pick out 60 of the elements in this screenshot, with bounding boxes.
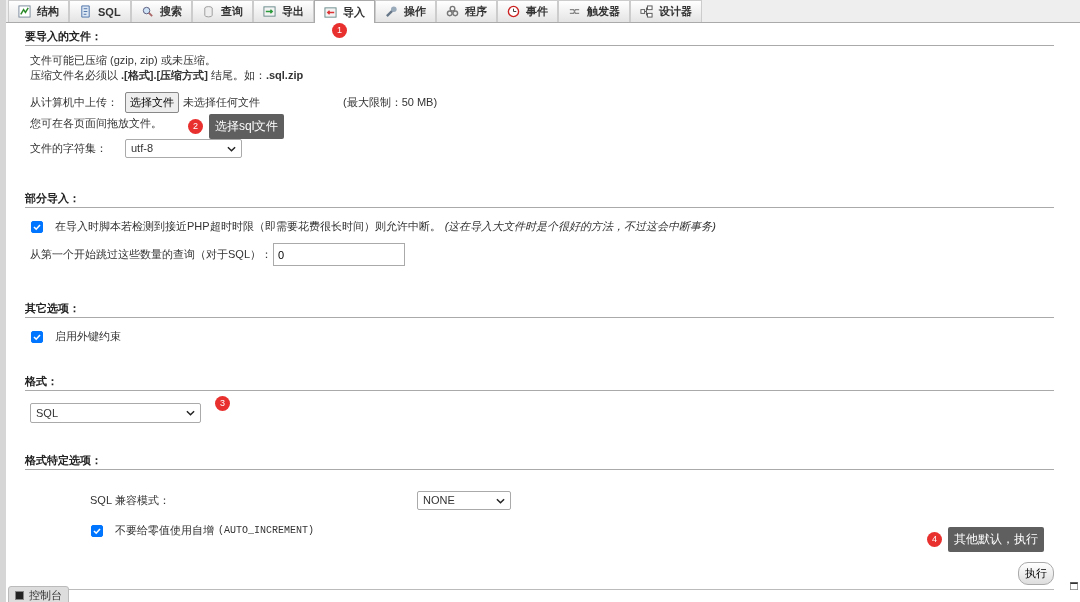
section-heading: 格式： <box>25 374 1054 391</box>
tab[interactable]: 触发器 <box>557 0 630 22</box>
checkbox[interactable] <box>91 524 103 537</box>
document-icon <box>79 5 92 18</box>
chevron-icon <box>227 145 236 152</box>
console-tab[interactable]: 控制台 <box>8 586 69 602</box>
checkbox-label: 不要给零值使用自增 <box>115 523 214 538</box>
tab[interactable]: 导入 <box>313 0 375 23</box>
code-text: (AUTO_INCREMENT) <box>218 524 314 538</box>
cylinder-icon <box>201 5 215 18</box>
search-icon <box>140 5 154 18</box>
compat-select[interactable]: NONE <box>417 491 511 510</box>
section-heading: 部分导入： <box>25 191 1054 208</box>
export-icon <box>262 5 276 18</box>
tab[interactable]: 搜索 <box>130 0 192 22</box>
import-icon <box>323 5 337 19</box>
tab[interactable]: 设计器 <box>629 0 702 22</box>
chart-icon <box>18 5 31 18</box>
tab[interactable]: SQL <box>69 0 131 22</box>
checkbox[interactable] <box>31 330 43 343</box>
chevron-icon <box>186 410 195 416</box>
gears-icon <box>445 5 459 18</box>
section-heading: 其它选项： <box>25 301 1054 318</box>
max-size-text: (最大限制：50 MB) <box>343 94 438 110</box>
diagram-icon <box>639 5 653 18</box>
tab[interactable]: 结构 <box>8 0 69 22</box>
section-heading: 格式特定选项： <box>25 453 1054 470</box>
chevron-icon <box>496 497 505 504</box>
clock-icon <box>506 5 520 18</box>
charset-select[interactable]: utf-8 <box>125 139 242 158</box>
compat-label: SQL 兼容模式： <box>90 493 171 508</box>
tab[interactable]: 操作 <box>374 0 436 22</box>
no-file-text: 未选择任何文件 <box>183 94 261 110</box>
step-badge: 3 <box>215 396 230 411</box>
tab[interactable]: 程序 <box>435 0 497 22</box>
note-text: 文件可能已压缩 (gzip, zip) 或未压缩。 <box>30 53 217 68</box>
console-icon <box>15 591 24 600</box>
drag-note: 您可在各页面间拖放文件。 <box>30 116 162 131</box>
checkbox[interactable] <box>31 220 43 233</box>
checkbox-label: 启用外键约束 <box>55 329 121 344</box>
go-button[interactable]: 执行 <box>1018 562 1054 585</box>
step-badge: 2 <box>188 119 203 134</box>
skip-label: 从第一个开始跳过这些数量的查询（对于SQL）： <box>30 247 273 262</box>
checkbox-label: 在导入时脚本若检测到接近PHP超时时限（即需要花费很长时间）则允许中断。 <box>55 219 441 234</box>
step-badge: 1 <box>332 23 347 38</box>
tab[interactable]: 查询 <box>191 0 253 22</box>
skip-input[interactable]: 0 <box>273 243 405 266</box>
tab[interactable]: 导出 <box>252 0 314 22</box>
upload-label: 从计算机中上传： <box>30 94 119 110</box>
format-select[interactable]: SQL <box>30 403 201 423</box>
hint-text: (这在导入大文件时是个很好的方法，不过这会中断事务) <box>444 219 716 234</box>
wrench-icon <box>384 5 398 18</box>
tooltip: 选择sql文件 <box>209 114 285 139</box>
tab[interactable]: 事件 <box>496 0 558 22</box>
window-icon[interactable] <box>1070 582 1078 590</box>
step-badge: 4 <box>927 532 942 547</box>
choose-file-button[interactable]: 选择文件 <box>125 91 179 113</box>
charset-label: 文件的字符集： <box>30 141 108 156</box>
tooltip: 其他默认，执行 <box>948 527 1044 552</box>
note-text: 压缩文件名必须以 .[格式].[压缩方式] 结尾。如：.sql.zip <box>30 68 305 83</box>
